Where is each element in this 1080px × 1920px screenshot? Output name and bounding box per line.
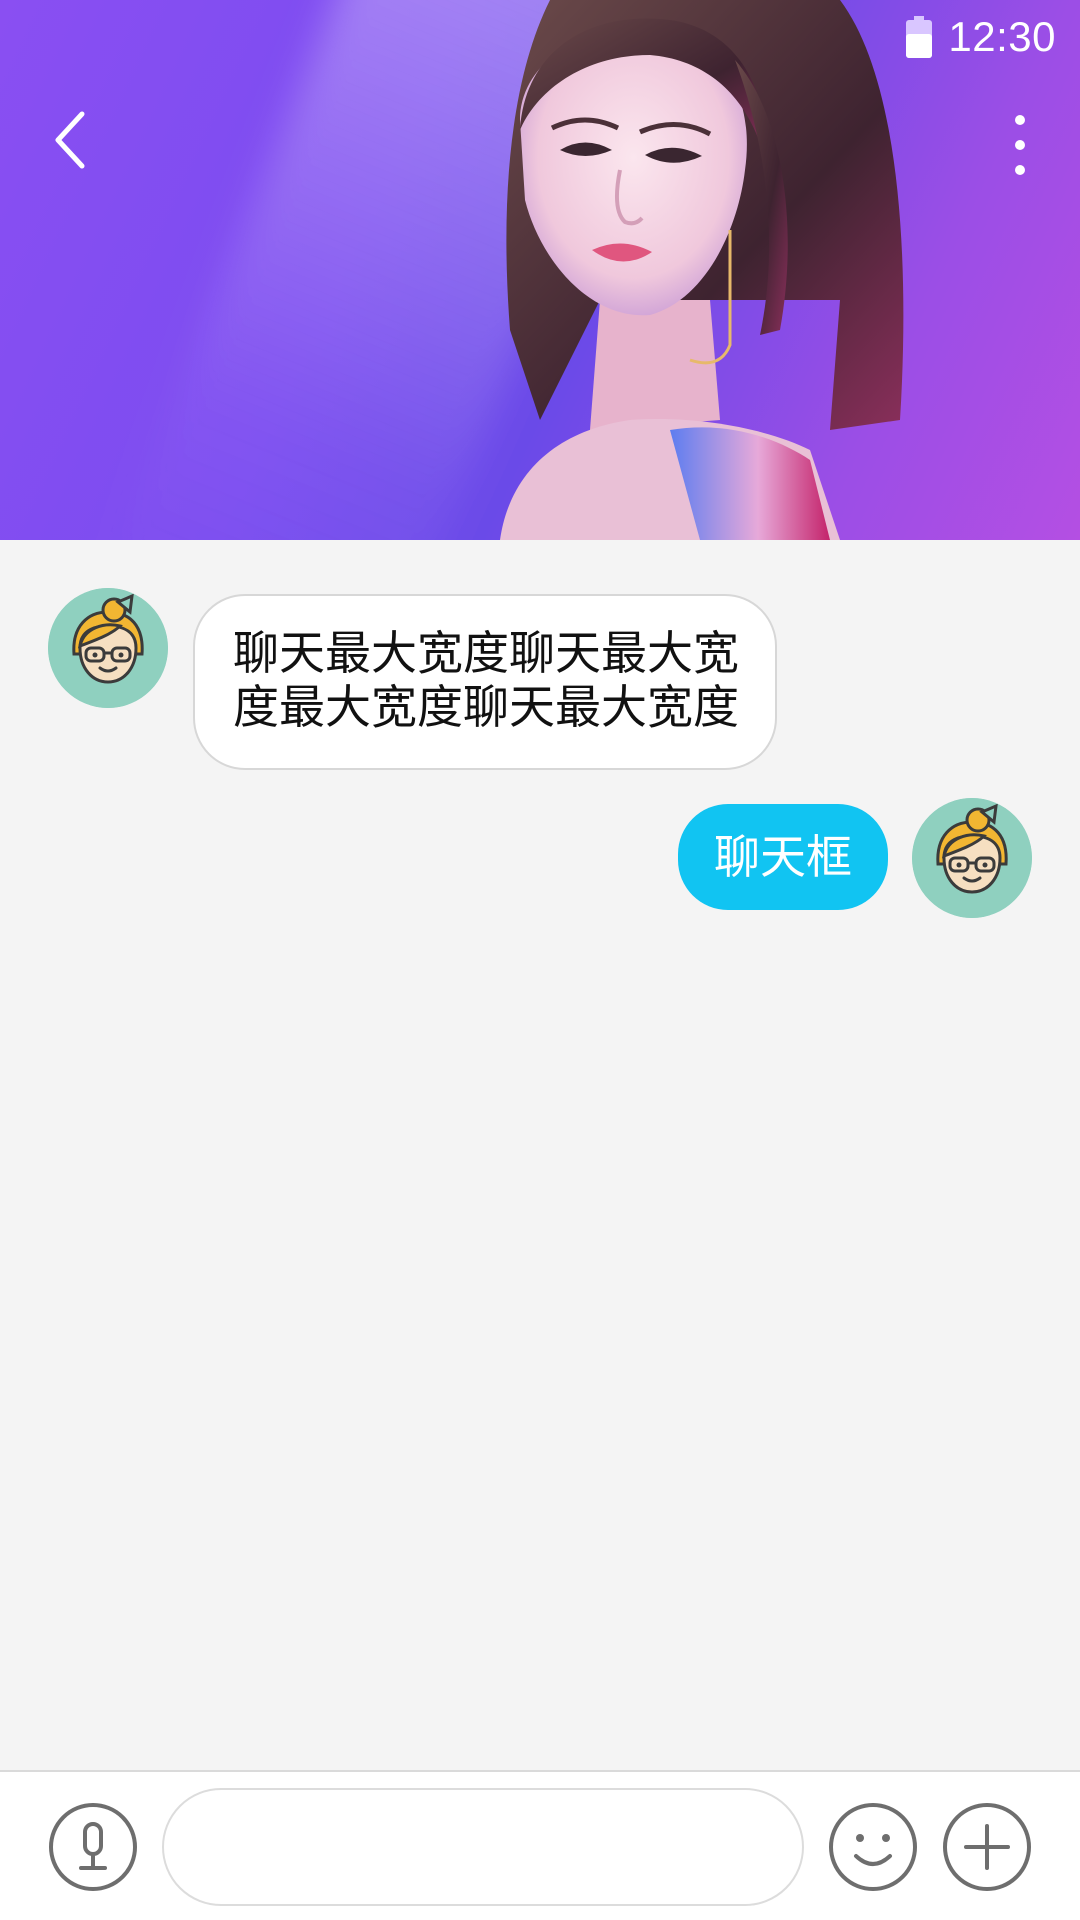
more-vertical-icon bbox=[1015, 115, 1025, 175]
voice-button[interactable] bbox=[48, 1802, 138, 1892]
status-time: 12:30 bbox=[948, 13, 1056, 60]
chevron-left-icon bbox=[55, 111, 85, 169]
profile-cover-photo bbox=[500, 0, 904, 540]
message-input[interactable] bbox=[162, 1788, 804, 1906]
chat-input-bar bbox=[0, 1770, 1080, 1920]
back-button[interactable] bbox=[40, 100, 100, 180]
add-attachment-button[interactable] bbox=[942, 1802, 1032, 1892]
chat-header: 12:30 bbox=[0, 0, 1080, 540]
message-list[interactable]: 聊天最大宽度聊天最大宽度最大宽度聊天最大宽度 聊天框 bbox=[0, 540, 1080, 1770]
more-options-button[interactable] bbox=[990, 105, 1050, 185]
battery-icon bbox=[906, 16, 933, 58]
emoji-button[interactable] bbox=[828, 1802, 918, 1892]
microphone-icon bbox=[49, 1803, 137, 1891]
status-bar: 12:30 bbox=[906, 12, 1056, 62]
avatar-cartoon-girl-icon[interactable] bbox=[48, 588, 168, 708]
chat-screen: 12:30 聊天最大宽度聊天最大宽度最大宽度聊天最大宽度 聊天框 bbox=[0, 0, 1080, 1920]
outgoing-message-bubble[interactable]: 聊天框 bbox=[678, 804, 888, 910]
avatar-cartoon-girl-icon[interactable] bbox=[912, 798, 1032, 918]
smiley-icon bbox=[829, 1803, 917, 1891]
incoming-message-bubble[interactable]: 聊天最大宽度聊天最大宽度最大宽度聊天最大宽度 bbox=[193, 594, 777, 770]
plus-circle-icon bbox=[943, 1803, 1031, 1891]
